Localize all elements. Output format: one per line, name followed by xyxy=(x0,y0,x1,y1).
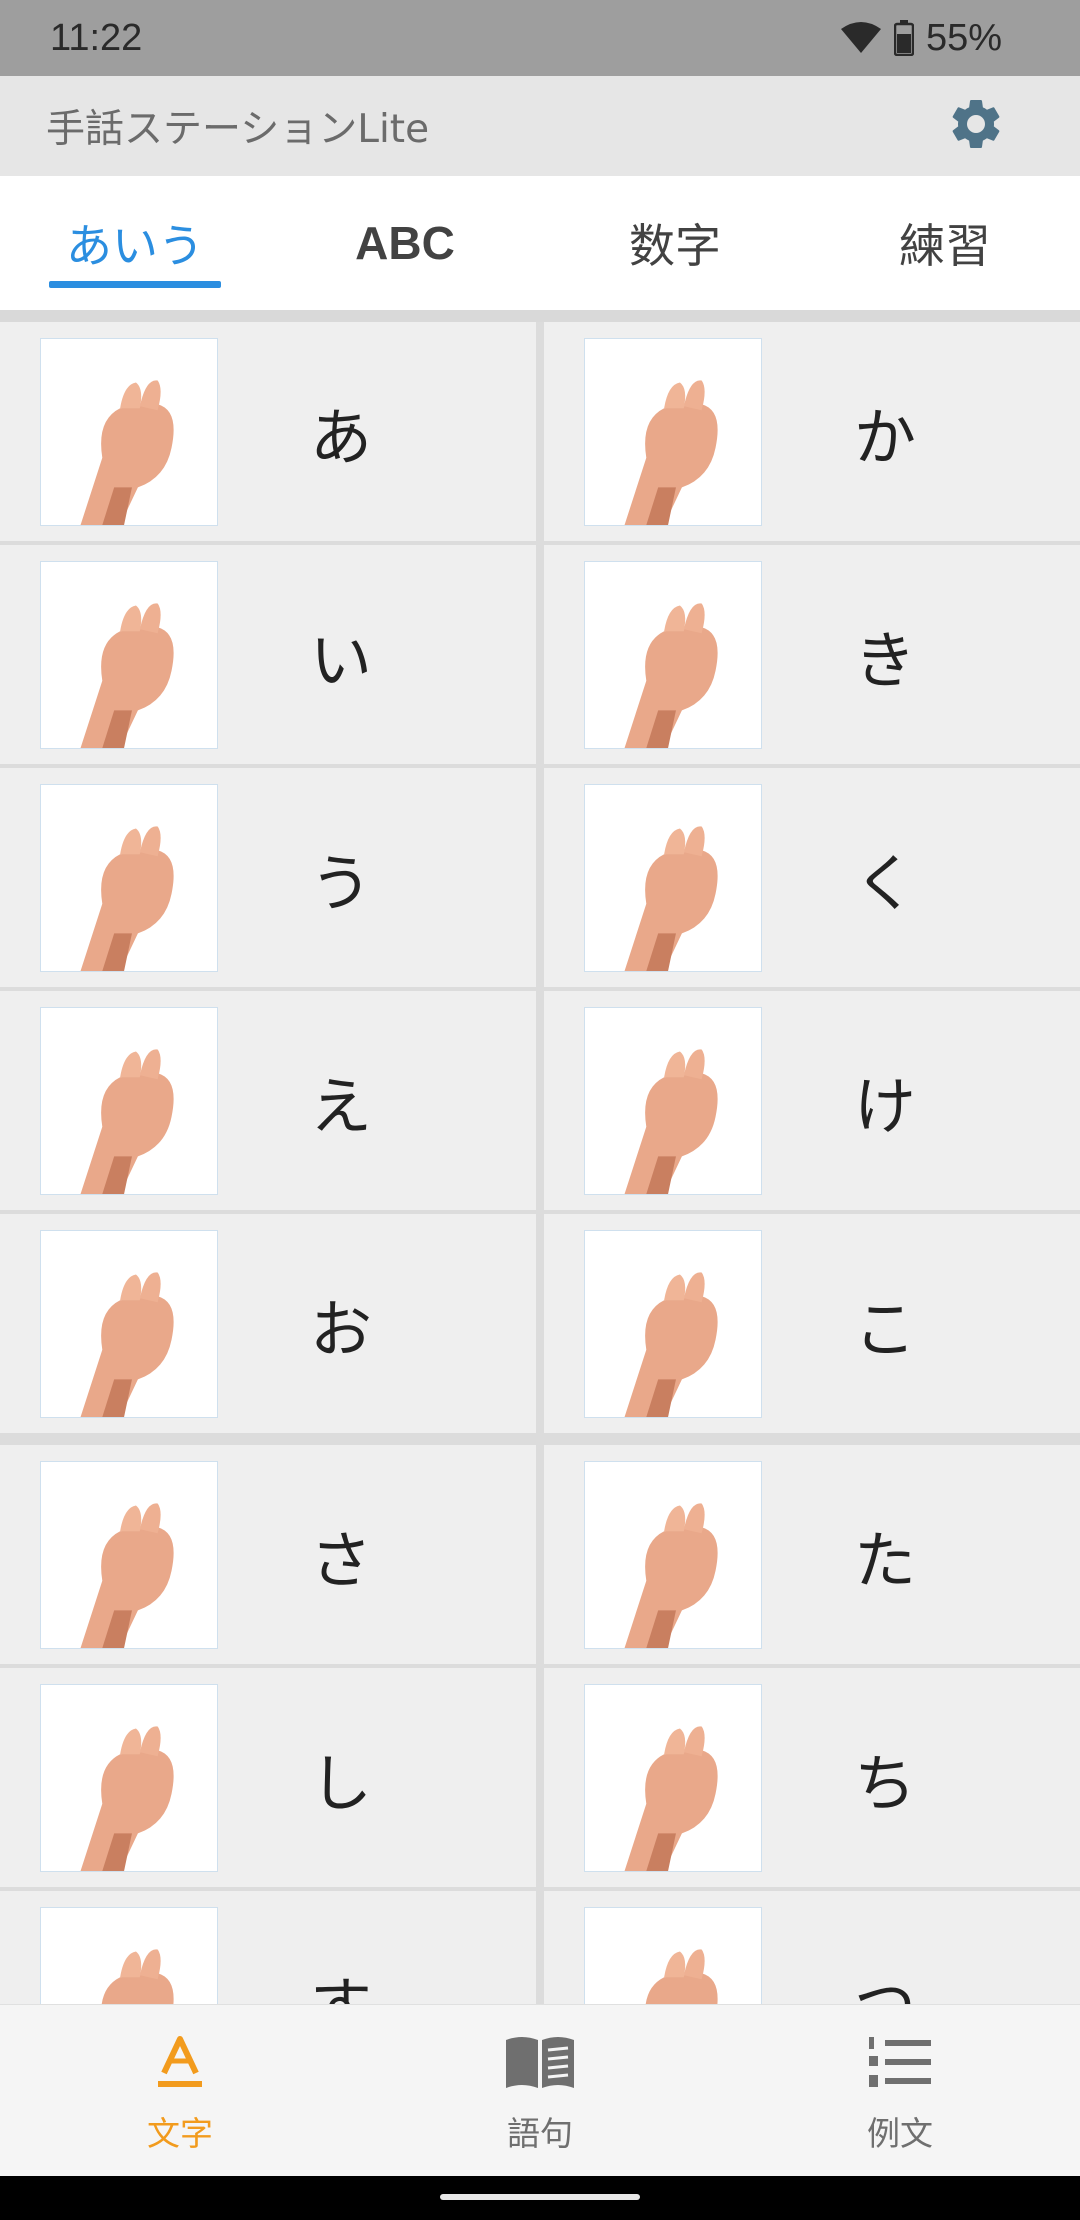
kana-label: え xyxy=(310,1069,373,1143)
kana-cell[interactable]: い xyxy=(0,545,536,764)
kana-cell[interactable]: き xyxy=(544,545,1080,764)
system-gesture-bar xyxy=(0,2176,1080,2220)
kana-label: さ xyxy=(310,1523,373,1597)
kana-group: あ かい きう くえ けお こ xyxy=(0,322,1080,1433)
tab-label: ABC xyxy=(355,217,455,269)
nav-item-phrases[interactable]: 語句 xyxy=(360,2005,720,2176)
kana-grid: あ かい きう くえ けお こ さ たし ちす つ xyxy=(0,322,1080,2004)
app-bar: 手話ステーションLite xyxy=(0,76,1080,176)
hand-sign-image xyxy=(584,1230,762,1418)
kana-label: け xyxy=(854,1069,917,1143)
status-icons: 55% xyxy=(840,17,1002,60)
hand-sign-image xyxy=(584,561,762,749)
tab-label: 練習 xyxy=(899,219,991,273)
kana-cell[interactable]: こ xyxy=(544,1214,1080,1433)
hand-sign-image xyxy=(584,1907,762,2004)
battery-percent: 55% xyxy=(925,16,1002,59)
book-icon xyxy=(500,2027,580,2097)
tab-practice[interactable]: 練習 xyxy=(810,176,1080,310)
status-bar: 11:22 55% xyxy=(0,0,1080,76)
nav-item-letters[interactable]: 文字 xyxy=(0,2005,360,2176)
kana-cell[interactable]: さ xyxy=(0,1445,536,1664)
nav-label: 文字 xyxy=(147,2113,213,2153)
kana-cell[interactable]: し xyxy=(0,1668,536,1887)
kana-label: き xyxy=(854,623,917,697)
kana-label: ち xyxy=(854,1746,917,1820)
divider xyxy=(0,310,1080,322)
kana-label: し xyxy=(310,1746,373,1820)
hand-sign-image xyxy=(584,784,762,972)
hand-sign-image xyxy=(40,784,218,972)
kana-label: す xyxy=(310,1956,372,2005)
kana-cell[interactable]: か xyxy=(544,322,1080,541)
kana-cell[interactable]: す xyxy=(0,1891,536,2004)
home-gesture-handle[interactable] xyxy=(440,2194,640,2200)
kana-group: さ たし ちす つ xyxy=(0,1445,1080,2004)
kana-cell[interactable]: く xyxy=(544,768,1080,987)
nav-item-sentences[interactable]: 例文 xyxy=(720,2005,1080,2176)
hand-sign-image xyxy=(40,1007,218,1195)
kana-cell[interactable]: え xyxy=(0,991,536,1210)
tab-aiu[interactable]: あいう xyxy=(0,176,270,310)
kana-label: い xyxy=(310,623,373,697)
settings-button[interactable] xyxy=(944,94,1008,158)
hand-sign-image xyxy=(40,1684,218,1872)
hand-sign-image xyxy=(584,1461,762,1649)
kana-label: あ xyxy=(310,400,373,474)
kana-label: う xyxy=(310,846,373,920)
kana-label: こ xyxy=(854,1292,917,1366)
hand-sign-image xyxy=(40,1907,218,2004)
kana-cell[interactable]: お xyxy=(0,1214,536,1433)
kana-label: か xyxy=(854,400,917,474)
nav-label: 語句 xyxy=(507,2113,573,2153)
hand-sign-image xyxy=(584,338,762,526)
gear-icon xyxy=(946,94,1006,158)
kana-cell[interactable]: ち xyxy=(544,1668,1080,1887)
app-title: 手話ステーションLite xyxy=(46,107,430,152)
tab-label: 数字 xyxy=(629,219,721,273)
kana-label: お xyxy=(310,1292,373,1366)
kana-cell[interactable]: け xyxy=(544,991,1080,1210)
letter-a-icon xyxy=(140,2027,220,2097)
hand-sign-image xyxy=(40,338,218,526)
category-tabs: あいう ABC 数字 練習 xyxy=(0,176,1080,310)
kana-label: く xyxy=(854,846,917,920)
bottom-navigation: 文字 語句 例文 xyxy=(0,2004,1080,2176)
kana-cell[interactable]: う xyxy=(0,768,536,987)
wifi-icon xyxy=(840,21,882,55)
active-tab-indicator xyxy=(49,281,221,288)
kana-label: た xyxy=(854,1523,917,1597)
tab-label: あいう xyxy=(66,219,204,273)
tab-numbers[interactable]: 数字 xyxy=(540,176,810,310)
hand-sign-image xyxy=(40,1461,218,1649)
hand-sign-image xyxy=(584,1007,762,1195)
tab-abc[interactable]: ABC xyxy=(270,176,540,310)
status-time: 11:22 xyxy=(50,16,143,59)
kana-cell[interactable]: あ xyxy=(0,322,536,541)
kana-cell[interactable]: つ xyxy=(544,1891,1080,2004)
hand-sign-image xyxy=(40,561,218,749)
battery-icon xyxy=(893,20,914,56)
nav-label: 例文 xyxy=(867,2113,933,2153)
kana-label: つ xyxy=(854,1956,916,2005)
hand-sign-image xyxy=(584,1684,762,1872)
numbered-list-icon xyxy=(860,2027,940,2097)
kana-cell[interactable]: た xyxy=(544,1445,1080,1664)
hand-sign-image xyxy=(40,1230,218,1418)
